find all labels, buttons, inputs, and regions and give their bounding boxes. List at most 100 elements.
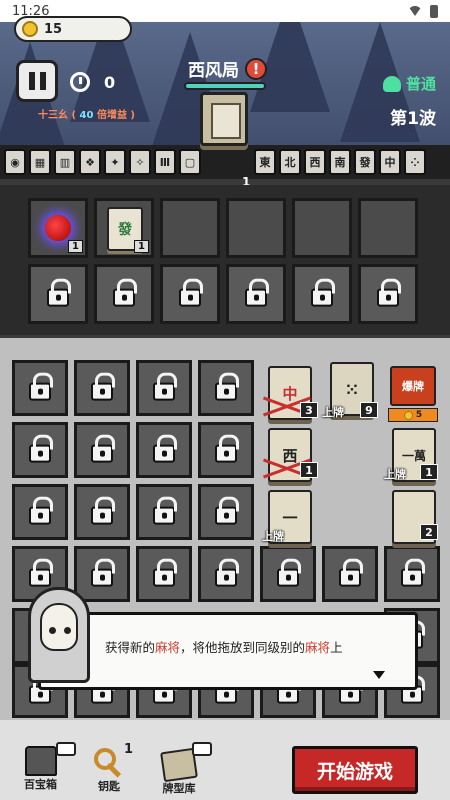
battery-icon <box>430 4 438 18</box>
mini-tile: ✦ <box>104 149 126 175</box>
start-game-button[interactable]: 开始游戏 <box>292 746 418 794</box>
locked-cell[interactable] <box>74 360 130 416</box>
locked-cell[interactable] <box>136 484 192 540</box>
mini-tile: Ⅲ <box>154 149 176 175</box>
lock-icon <box>91 372 115 401</box>
equip-slot-empty[interactable] <box>226 198 286 258</box>
upgrade-label: 上牌 <box>262 530 284 543</box>
upgrade-label: 上牌 <box>322 406 344 419</box>
lock-icon <box>215 496 239 525</box>
locked-cell[interactable] <box>198 546 254 602</box>
tile-library-button[interactable]: 牌型库 <box>160 747 198 796</box>
slot-count: 1 <box>134 240 149 253</box>
locked-cell[interactable] <box>12 422 68 478</box>
locked-slot[interactable] <box>28 264 88 324</box>
locked-cell[interactable] <box>322 546 378 602</box>
coin-value: 15 <box>44 21 63 37</box>
locked-cell[interactable] <box>136 422 192 478</box>
equip-slot-empty[interactable] <box>160 198 220 258</box>
locked-cell[interactable] <box>74 422 130 478</box>
mini-tile: ▦ <box>29 149 51 175</box>
locked-slot[interactable] <box>94 264 154 324</box>
mini-tile: 中 <box>379 149 401 175</box>
lock-icon <box>29 496 53 525</box>
character-face <box>40 603 78 651</box>
tile-count: 1 <box>420 464 438 480</box>
equip-slot-tile[interactable]: 發 1 <box>94 198 154 258</box>
locked-cell[interactable] <box>198 484 254 540</box>
character-eye <box>64 627 71 634</box>
lock-icon <box>377 278 401 307</box>
dots-icon: ⁙ <box>345 379 359 399</box>
locked-slot[interactable] <box>226 264 286 324</box>
skull-icon <box>382 75 401 92</box>
bomb-tile[interactable]: 爆牌 <box>390 366 436 406</box>
combo-close: ) <box>126 110 136 121</box>
lock-icon <box>153 558 177 587</box>
tutorial-text-part: ，将他拖放到同级别的 <box>180 640 306 655</box>
mini-tile: 東 <box>254 149 276 175</box>
pause-icon <box>28 72 35 90</box>
mini-tile: ✧ <box>129 149 151 175</box>
key-button[interactable]: 钥匙 <box>94 748 124 794</box>
bomb-price[interactable]: 5 <box>388 408 438 422</box>
lock-icon <box>215 372 239 401</box>
continue-arrow-icon[interactable] <box>373 671 385 679</box>
mini-tile: ❖ <box>79 149 101 175</box>
round-title: 西风局 ! <box>188 56 267 81</box>
locked-cell[interactable] <box>198 422 254 478</box>
lock-icon <box>29 434 53 463</box>
locked-cell[interactable] <box>12 484 68 540</box>
mini-tile: ◉ <box>4 149 26 175</box>
locked-slot[interactable] <box>292 264 352 324</box>
combo-value: 40 <box>79 110 94 121</box>
lock-icon <box>215 434 239 463</box>
mini-tile: ▥ <box>54 149 76 175</box>
tile-library-label: 牌型库 <box>162 782 196 795</box>
locked-slot[interactable] <box>160 264 220 324</box>
locked-cell[interactable] <box>136 360 192 416</box>
tutorial-text-part: 上 <box>330 640 343 655</box>
difficulty-label: 普通 <box>405 75 436 93</box>
video-ad-icon <box>56 742 76 756</box>
locked-cell[interactable] <box>260 546 316 602</box>
wave-label: 第1波 <box>390 109 436 129</box>
pause-icon <box>39 72 46 90</box>
equip-slot-empty[interactable] <box>292 198 352 258</box>
wifi-icon <box>408 6 422 16</box>
tile-strip-right: 東 北 西 南 發 中 ⁘ <box>254 149 426 175</box>
lock-icon <box>153 434 177 463</box>
slot-count: 1 <box>68 240 83 253</box>
lock-icon <box>339 558 363 587</box>
locked-cell[interactable] <box>384 546 440 602</box>
coin-counter: 15 <box>14 16 132 42</box>
lock-icon <box>215 558 239 587</box>
tile-strip-left: ◉ ▦ ▥ ❖ ✦ ✧ Ⅲ ▢ <box>4 149 201 175</box>
mini-tile: 發 <box>354 149 376 175</box>
mini-tile: 西 <box>304 149 326 175</box>
locked-cell[interactable] <box>136 546 192 602</box>
lock-icon <box>311 278 335 307</box>
pause-button[interactable] <box>16 60 58 102</box>
lock-icon <box>245 278 269 307</box>
locked-cell[interactable] <box>198 360 254 416</box>
locked-cell[interactable] <box>74 484 130 540</box>
locked-slot[interactable] <box>358 264 418 324</box>
warning-icon[interactable]: ! <box>245 57 267 80</box>
character-eye <box>49 627 56 634</box>
tutorial-text: 获得新的麻将，将他拖放到同级别的麻将上 <box>105 637 343 656</box>
round-name: 西风局 <box>188 61 239 81</box>
bomb-price-value: 5 <box>415 410 423 420</box>
draw-pile[interactable] <box>200 92 248 146</box>
tile-count: 2 <box>420 524 438 540</box>
tile-count: 1 <box>300 462 318 478</box>
upgrade-label: 上牌 <box>384 468 406 481</box>
treasure-box-button[interactable]: 百宝箱 <box>24 746 57 792</box>
lock-icon <box>153 372 177 401</box>
treasure-label: 百宝箱 <box>24 778 57 791</box>
locked-cell[interactable] <box>12 360 68 416</box>
lock-icon <box>47 278 71 307</box>
stopwatch-icon <box>70 72 90 92</box>
equip-slot-orb[interactable]: 1 <box>28 198 88 258</box>
equip-slot-empty[interactable] <box>358 198 418 258</box>
